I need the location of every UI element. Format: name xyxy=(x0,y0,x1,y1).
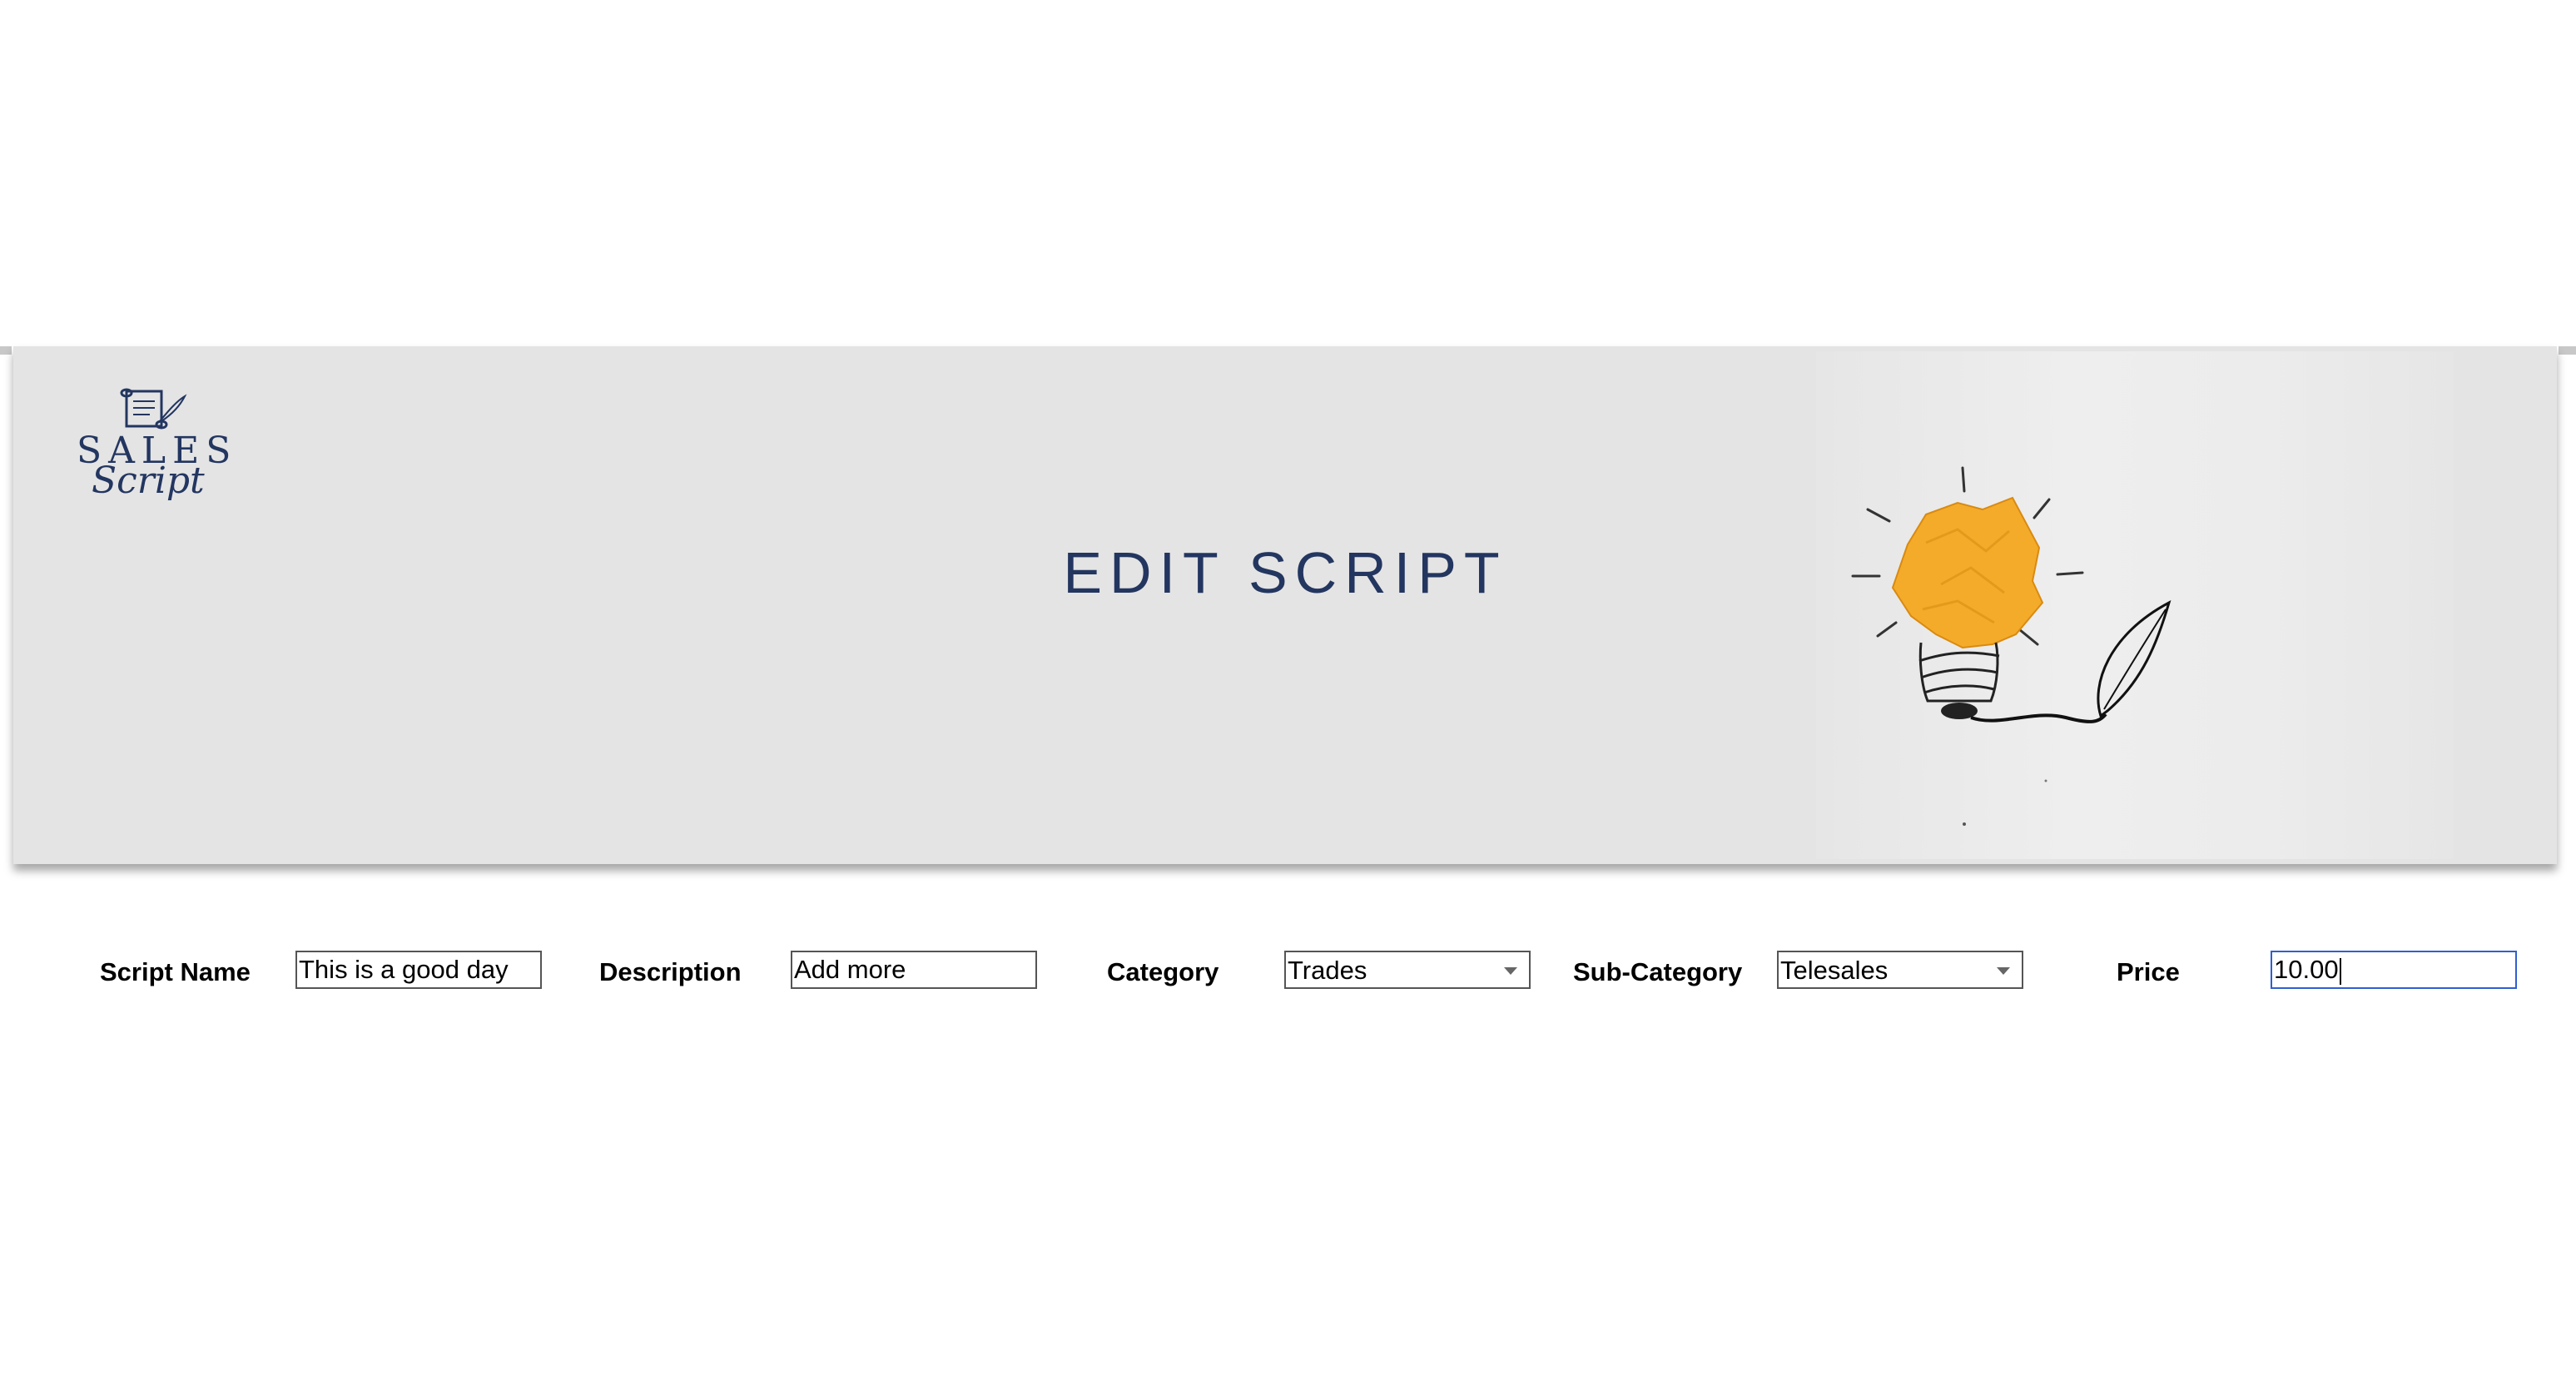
lightbulb-quill-illustration xyxy=(1851,466,2171,826)
edit-script-form: Script Name This is a good day Descripti… xyxy=(0,949,2576,999)
sub-category-label: Sub-Category xyxy=(1573,957,1743,986)
description-value: Add more xyxy=(794,955,906,984)
banner-edge-left xyxy=(0,346,12,355)
scroll-quill-icon xyxy=(120,388,187,430)
category-select[interactable]: Trades xyxy=(1284,951,1531,989)
script-name-input[interactable]: This is a good day xyxy=(295,951,542,989)
description-label: Description xyxy=(599,957,742,986)
triangle-down-icon xyxy=(1997,967,2010,975)
sub-category-select[interactable]: Telesales xyxy=(1777,951,2023,989)
triangle-down-icon xyxy=(1504,967,1517,975)
price-label: Price xyxy=(2117,957,2180,986)
banner-edge-right xyxy=(2559,346,2576,355)
sub-category-value: Telesales xyxy=(1780,956,1889,985)
category-label: Category xyxy=(1107,957,1219,986)
text-caret xyxy=(2339,957,2341,985)
logo-text-script: Script xyxy=(92,460,205,502)
script-name-label: Script Name xyxy=(100,957,251,986)
price-input[interactable]: 10.00 xyxy=(2271,951,2517,989)
script-name-value: This is a good day xyxy=(299,955,509,984)
hero-illustration xyxy=(1816,351,2454,859)
sales-script-logo[interactable]: SALES Script xyxy=(67,363,233,513)
header-banner: SALES Script EDIT SCRIPT xyxy=(13,346,2557,864)
price-value: 10.00 xyxy=(2274,955,2339,984)
description-input[interactable]: Add more xyxy=(791,951,1037,989)
category-value: Trades xyxy=(1288,956,1367,985)
